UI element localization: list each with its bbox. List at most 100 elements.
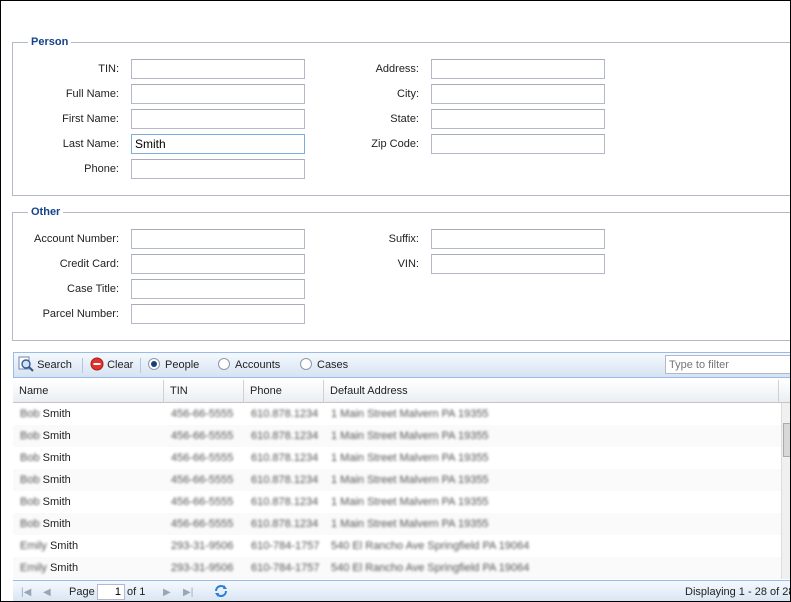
tin-field[interactable] [131,59,305,79]
table-row[interactable]: Bob Smith 456-66-5555 610.878.1234 1 Main S… [13,425,781,447]
address-label: Address: [375,63,419,75]
grid-pager: |◀ ◀ Page of 1 ▶ ▶| Displaying 1 - 28 of… [13,580,791,601]
case-title-label: Case Title: [67,283,119,295]
page-number-input[interactable] [97,584,125,600]
radio-cases[interactable]: Cases [300,353,348,377]
radio-people-label: People [165,359,200,371]
cell-last-name: Smith [42,452,71,464]
table-row[interactable]: Bob Smith 456-66-5555 610.878.1234 1 Main S… [13,513,781,535]
clear-button-label: Clear [107,359,134,371]
radio-people-button[interactable] [148,358,160,371]
cell-name: Bob Smith [13,491,164,513]
cell-first-name: Emily [20,562,47,574]
cell-name: Bob Smith [13,447,164,469]
radio-people[interactable]: People [148,353,199,377]
table-row[interactable]: Bob Smith 456-66-5555 610.878.1234 1 Main S… [13,447,781,469]
vin-label: VIN: [397,258,419,270]
clear-button[interactable]: Clear [90,353,133,377]
prev-page-icon[interactable]: ◀ [43,581,51,601]
grid-scrollbar[interactable] [781,403,790,579]
column-header-tin[interactable]: TIN [164,380,244,402]
refresh-button[interactable] [213,581,229,601]
phone-label: Phone: [84,163,119,175]
parcel-number-field[interactable] [131,304,305,324]
search-button-label: Search [37,359,72,371]
table-row[interactable]: Bob Smith 456-66-5555 610.878.1234 1 Main S… [13,403,781,425]
suffix-label: Suffix: [388,233,419,245]
cell-name: Emily Smith [13,557,164,579]
table-row[interactable]: Bob Smith 456-66-5555 610.878.1234 1 Main S… [13,491,781,513]
last-page-icon[interactable]: ▶| [183,581,193,601]
phone-field[interactable] [131,159,305,179]
credit-card-label: Credit Card: [59,258,119,270]
column-header-name[interactable]: Name [13,380,164,402]
refresh-icon [215,585,227,598]
credit-card-field[interactable] [131,254,305,274]
column-header-phone[interactable]: Phone [244,380,324,402]
cell-last-name: Smith [42,430,71,442]
page-label: Page [69,586,95,598]
scrollbar-thumb[interactable] [783,423,790,457]
toolbar-separator [82,358,83,373]
city-label: City: [397,88,419,100]
search-window: Person TIN: Full Name: First Name: Last Nam… [0,0,791,602]
city-field[interactable] [431,84,605,104]
page-count: of 1 [127,586,146,598]
table-row[interactable]: Emily Smith 293-31-9506 610-784-1757 540 El… [13,557,781,579]
filter-input[interactable] [665,355,790,374]
first-page-icon[interactable]: |◀ [21,581,31,601]
radio-cases-button[interactable] [300,358,312,371]
cell-tin: 293-31-9506 [171,562,234,574]
cell-last-name: Smith [42,496,71,508]
cell-tin: 456-66-5555 [171,496,234,508]
column-header-address[interactable]: Default Address [324,380,779,402]
cell-name: Bob Smith [13,425,164,447]
cell-tin: 293-31-9506 [171,540,234,552]
next-page-icon[interactable]: ▶ [163,581,171,601]
table-row[interactable]: Emily Smith 293-31-9506 610-784-1757 540 El… [13,535,781,557]
radio-cases-label: Cases [317,359,349,371]
vin-field[interactable] [431,254,605,274]
cell-address: 540 El Rancho Ave Springfield PA 19064 [331,562,530,574]
cell-last-name: Smith [49,540,79,552]
cell-address: 1 Main Street Malvern PA 19355 [331,408,489,420]
cell-first-name: Bob [20,474,40,486]
cell-tin: 456-66-5555 [171,408,234,420]
last-name-label: Last Name: [62,138,119,150]
case-title-field[interactable] [131,279,305,299]
radio-accounts[interactable]: Accounts [218,353,280,377]
other-legend: Other [31,206,61,218]
suffix-field[interactable] [431,229,605,249]
radio-accounts-button[interactable] [218,358,230,371]
cell-last-name: Smith [49,562,79,574]
cell-name: Bob Smith [13,469,164,491]
state-field[interactable] [431,109,605,129]
account-number-field[interactable] [131,229,305,249]
cell-phone: 610.878.1234 [251,430,319,442]
zip-code-field[interactable] [431,134,605,154]
cell-last-name: Smith [42,518,71,530]
first-name-label: First Name: [62,113,119,125]
cell-last-name: Smith [42,408,71,420]
cell-name: Bob Smith [13,403,164,425]
parcel-number-label: Parcel Number: [42,308,119,320]
full-name-field[interactable] [131,84,305,104]
cell-tin: 456-66-5555 [171,474,234,486]
cell-address: 1 Main Street Malvern PA 19355 [331,430,489,442]
cell-address: 1 Main Street Malvern PA 19355 [331,474,489,486]
first-name-field[interactable] [131,109,305,129]
cell-phone: 610.878.1234 [251,474,319,486]
state-label: State: [390,113,419,125]
cell-phone: 610-784-1757 [251,540,320,552]
search-button[interactable]: Search [18,353,72,377]
cell-last-name: Smith [42,474,71,486]
displaying-status: Displaying 1 - 28 of 28 [685,586,791,598]
cell-first-name: Bob [20,408,40,420]
search-icon [18,356,34,372]
last-name-field[interactable] [131,134,305,154]
tin-label: TIN: [98,63,119,75]
cell-first-name: Bob [20,518,40,530]
address-field[interactable] [431,59,605,79]
cell-address: 1 Main Street Malvern PA 19355 [331,496,489,508]
table-row[interactable]: Bob Smith 456-66-5555 610.878.1234 1 Main S… [13,469,781,491]
